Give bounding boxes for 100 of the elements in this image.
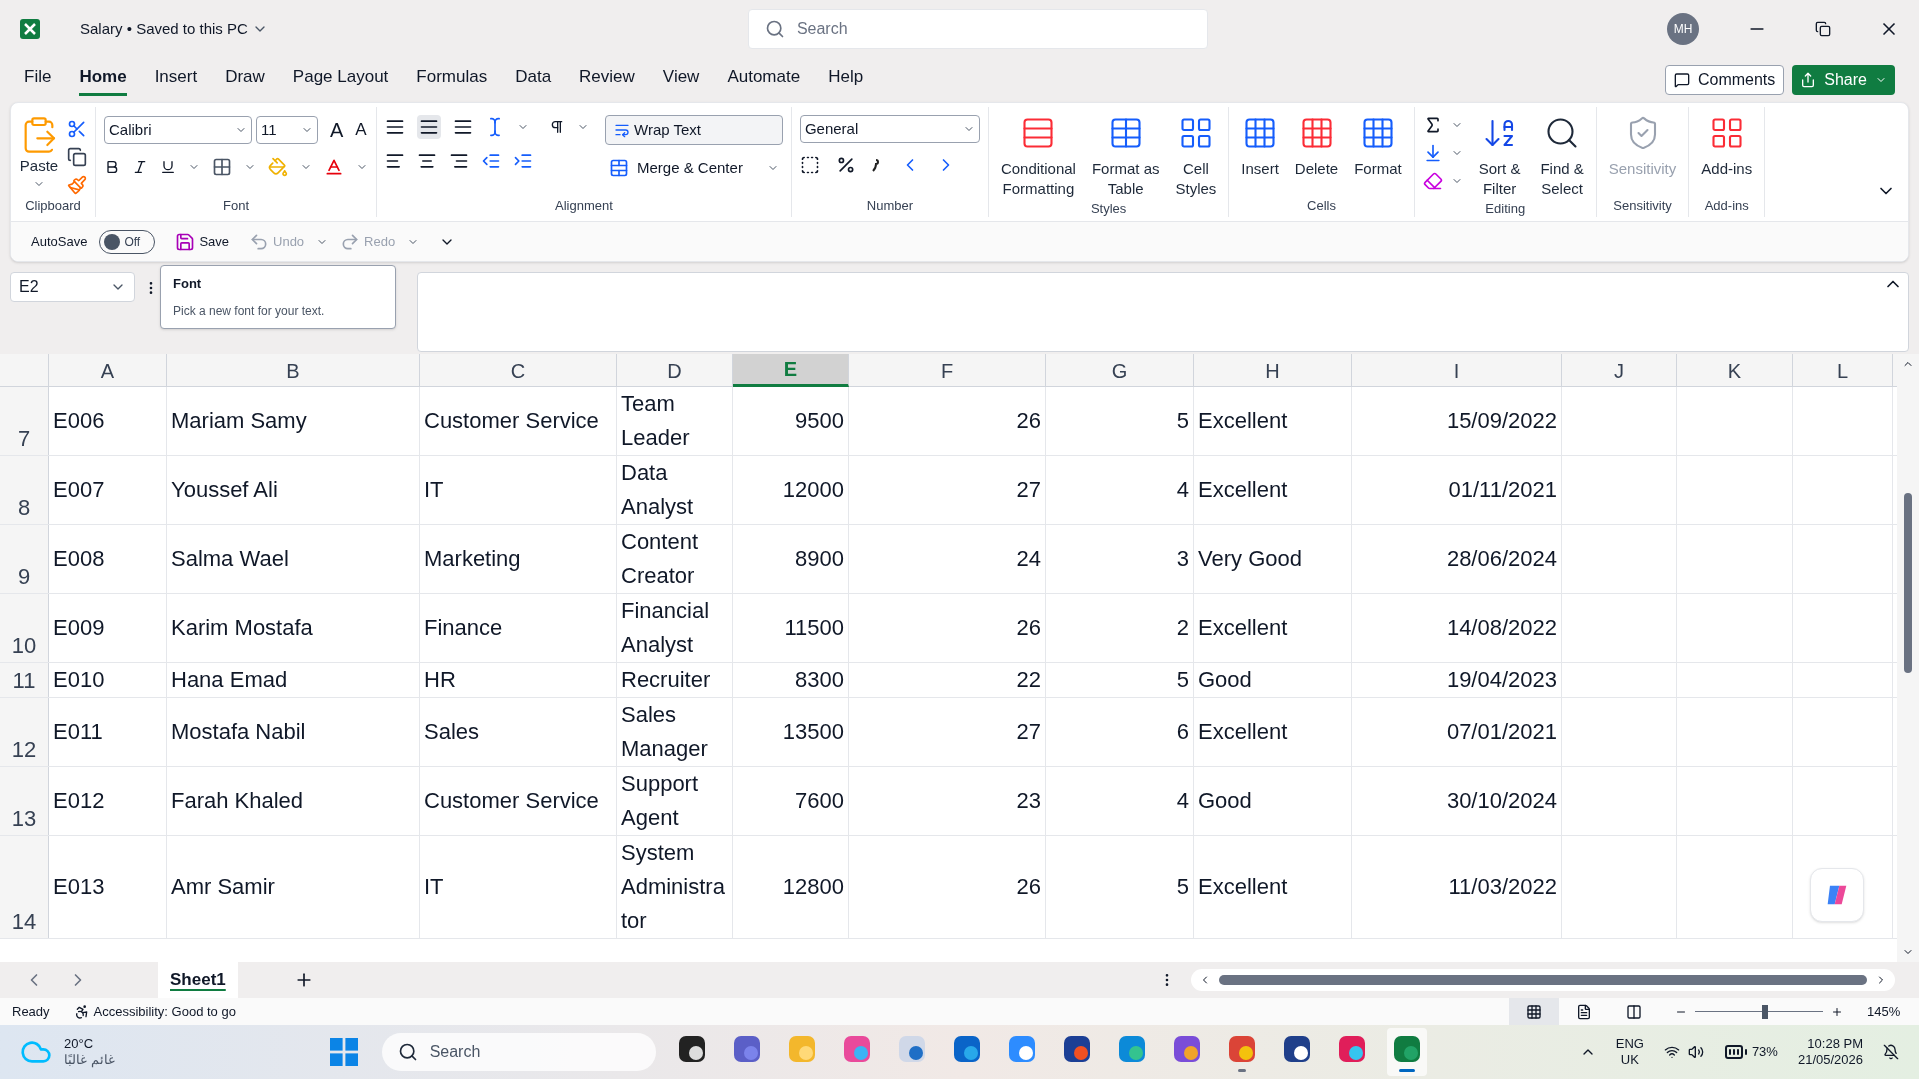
direction-icon[interactable]: [549, 119, 565, 135]
row-header[interactable]: 11: [0, 663, 49, 697]
middle-align-icon[interactable]: [417, 115, 441, 139]
row-header[interactable]: 8: [0, 456, 49, 524]
zoom-percent[interactable]: 145%: [1867, 1001, 1907, 1022]
column-header[interactable]: L: [1793, 354, 1893, 387]
clock-time[interactable]: 10:28 PM: [1797, 1035, 1863, 1052]
row-header[interactable]: 9: [0, 525, 49, 593]
menu-tab[interactable]: Data: [515, 63, 552, 97]
sheet-tab[interactable]: Sheet1: [158, 962, 238, 998]
name-box[interactable]: E2: [10, 272, 135, 302]
font-name-field[interactable]: Calibri: [104, 116, 252, 144]
column-header[interactable]: A: [49, 354, 167, 387]
row-header[interactable]: 7: [0, 387, 49, 455]
paste-button[interactable]: Paste: [19, 115, 59, 195]
table-cell-text: Hana Emad: [171, 666, 288, 694]
column-header[interactable]: J: [1562, 354, 1677, 387]
language[interactable]: ENG: [1615, 1035, 1644, 1052]
column-header[interactable]: G: [1046, 354, 1194, 387]
notification-icon[interactable]: [1883, 1044, 1899, 1060]
table-cell-text: Amr Samir: [171, 873, 275, 901]
copy-icon[interactable]: [67, 147, 87, 167]
font-size-field[interactable]: 11: [256, 116, 318, 144]
zoom-in-icon[interactable]: [1831, 1005, 1843, 1018]
increase-indent-icon[interactable]: [513, 151, 533, 171]
menu-tab[interactable]: File: [24, 63, 52, 97]
column-header[interactable]: H: [1194, 354, 1352, 387]
horizontal-scrollbar[interactable]: [1190, 969, 1895, 991]
restore-icon[interactable]: [1815, 21, 1831, 37]
align-center-icon[interactable]: [417, 151, 437, 171]
ribbon-button[interactable]: Delete: [1290, 111, 1343, 179]
bottom-align-icon[interactable]: [453, 117, 473, 137]
menu-tab[interactable]: Draw: [225, 63, 265, 97]
menu-tab[interactable]: Review: [579, 63, 635, 97]
align-right-icon[interactable]: [449, 151, 469, 171]
ribbon-button[interactable]: Format as Table: [1087, 111, 1164, 199]
zoom-slider-thumb[interactable]: [1762, 1004, 1769, 1019]
ribbon-button[interactable]: Conditional Formatting: [996, 111, 1080, 199]
ribbon-button[interactable]: Format: [1350, 111, 1406, 179]
document-title[interactable]: Salary • Saved to this PC: [80, 17, 268, 41]
view-button[interactable]: [1509, 998, 1559, 1025]
wrap-text-button[interactable]: Wrap Text: [605, 115, 783, 145]
fill-color-icon[interactable]: [268, 157, 288, 177]
menu-tab[interactable]: Insert: [154, 63, 198, 97]
top-align-icon[interactable]: [385, 117, 405, 137]
column-header[interactable]: F: [849, 354, 1046, 387]
column-header[interactable]: C: [420, 354, 617, 387]
row-header[interactable]: 14: [0, 836, 49, 938]
column-header[interactable]: I: [1352, 354, 1562, 387]
italic-icon[interactable]: [132, 159, 148, 175]
ribbon-button[interactable]: Add-ins: [1697, 111, 1757, 179]
scrollbar-thumb[interactable]: [1904, 493, 1912, 673]
menu-tab[interactable]: Formulas: [416, 63, 488, 97]
bold-icon[interactable]: [104, 159, 120, 175]
merge-center-button[interactable]: Merge & Center: [605, 153, 783, 183]
save-button[interactable]: Save: [175, 231, 229, 252]
shrink-font-button[interactable]: A: [355, 117, 367, 143]
menu-tab[interactable]: Help: [828, 63, 864, 97]
windows-start-icon[interactable]: [329, 1038, 358, 1066]
align-left-icon[interactable]: [385, 151, 405, 171]
table-cell-text: IT: [424, 476, 444, 504]
region[interactable]: UK: [1615, 1052, 1644, 1069]
menu-tab[interactable]: View: [662, 63, 700, 97]
font-color-icon[interactable]: [324, 157, 344, 177]
volume-icon[interactable]: [1687, 1044, 1704, 1060]
ribbon-button[interactable]: Sort & Filter: [1474, 111, 1525, 199]
menu-tab[interactable]: Automate: [727, 63, 801, 97]
copilot-button[interactable]: [1810, 868, 1864, 922]
formula-field[interactable]: [417, 272, 1909, 352]
ribbon-button[interactable]: Cell Styles: [1171, 111, 1221, 199]
column-header[interactable]: K: [1677, 354, 1793, 387]
vertical-scrollbar[interactable]: [1897, 354, 1919, 962]
eraser-icon[interactable]: [1422, 171, 1443, 191]
borders-icon[interactable]: [212, 157, 232, 177]
column-header[interactable]: B: [167, 354, 420, 387]
row-header[interactable]: 13: [0, 767, 49, 835]
number-format-field[interactable]: General: [799, 115, 980, 143]
wifi-icon[interactable]: [1663, 1044, 1680, 1060]
menu-tab[interactable]: Page Layout: [292, 63, 389, 97]
table-cell-text: 8900: [795, 545, 844, 573]
ribbon-button[interactable]: Insert: [1237, 111, 1283, 179]
grow-font-button[interactable]: A: [330, 115, 344, 145]
search-field[interactable]: Search: [747, 9, 1208, 49]
ribbon-button[interactable]: Find & Select: [1536, 111, 1588, 199]
table-cell-text: Good: [1198, 666, 1252, 694]
comments-button[interactable]: Comments: [1664, 65, 1785, 95]
row-header[interactable]: 10: [0, 594, 49, 662]
cut-icon[interactable]: [67, 119, 87, 139]
clock-date[interactable]: 21/05/2026: [1797, 1052, 1863, 1069]
taskbar-search-field[interactable]: Search: [381, 1033, 656, 1071]
user-avatar[interactable]: MH: [1667, 13, 1699, 45]
format-painter-icon[interactable]: [67, 175, 87, 195]
table-cell-text: 24: [1016, 545, 1041, 573]
accessibility-status[interactable]: Accessibility: Good to go: [93, 1001, 236, 1022]
scrollbar-thumb[interactable]: [1218, 975, 1867, 985]
row-header[interactable]: 12: [0, 698, 49, 766]
decrease-indent-icon[interactable]: [481, 151, 501, 171]
underline-icon[interactable]: [160, 159, 176, 175]
share-button[interactable]: Share: [1792, 65, 1895, 95]
menu-tab[interactable]: Home: [79, 63, 127, 97]
